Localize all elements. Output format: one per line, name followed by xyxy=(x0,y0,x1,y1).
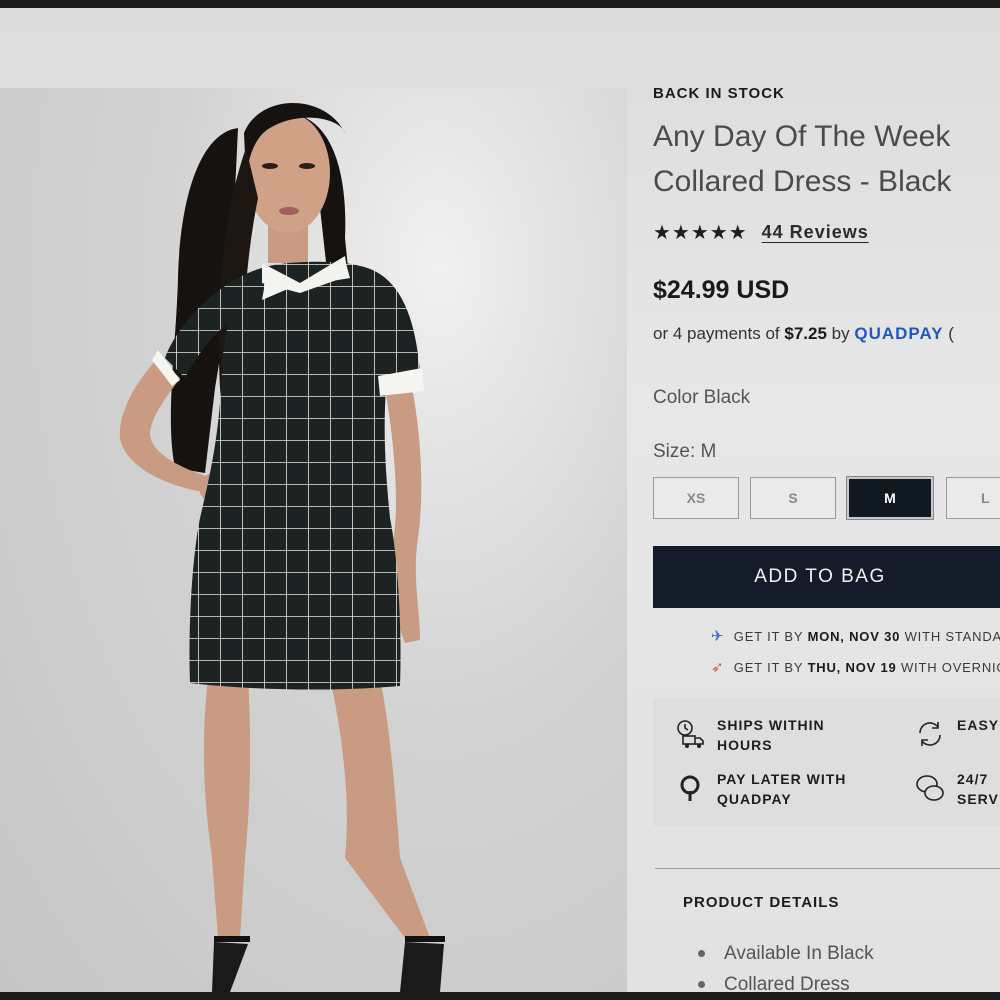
perk-fast-shipping: SHIPS WITHIN HOURS xyxy=(675,715,865,755)
installment-amount: $7.25 xyxy=(784,324,827,343)
perk-line-1: SHIPS WITHIN xyxy=(717,717,825,733)
shipping-date: MON, NOV 30 xyxy=(807,629,901,644)
installments-by: by xyxy=(831,324,850,343)
product-title-line-2: Collared Dress - Black xyxy=(653,165,952,198)
shipping-estimate-standard: ✈ GET IT BY MON, NOV 30 WITH STANDARD xyxy=(711,627,1000,645)
rocket-icon: ➶ xyxy=(711,659,725,676)
section-divider xyxy=(655,868,1000,869)
list-item: Collared Dress xyxy=(698,969,874,993)
product-price: $24.99 USD xyxy=(653,276,790,304)
product-title-line-1: Any Day Of The Week xyxy=(653,120,951,153)
shipping-method: WITH STANDARD xyxy=(904,629,1000,644)
perk-pay-later: PAY LATER WITH QUADPAY xyxy=(675,769,865,809)
chat-bubbles-icon xyxy=(916,775,944,801)
installments-text: or 4 payments of $7.25 by QUADPAY ( xyxy=(653,324,954,344)
perk-line-2: QUADPAY xyxy=(717,791,792,807)
perk-easy-returns: EASY xyxy=(915,715,999,749)
product-details-list: Available In Black Collared Dress xyxy=(698,938,874,993)
perk-line-1: PAY LATER WITH xyxy=(717,771,847,787)
add-to-bag-button[interactable]: ADD TO BAG xyxy=(653,546,1000,608)
plane-icon: ✈ xyxy=(711,628,725,645)
size-option-m[interactable]: M xyxy=(846,476,934,520)
size-selector: XS S M L xyxy=(653,476,1000,520)
size-label: Size: M xyxy=(653,441,717,462)
shipping-date: THU, NOV 19 xyxy=(807,660,897,675)
perk-line-2: HOURS xyxy=(717,737,773,753)
product-details-heading[interactable]: PRODUCT DETAILS xyxy=(683,894,839,911)
refresh-arrows-icon xyxy=(919,722,941,746)
size-option-xs[interactable]: XS xyxy=(653,477,739,519)
product-image[interactable] xyxy=(0,88,627,992)
reviews-link[interactable]: 44 Reviews xyxy=(762,222,869,243)
delivery-truck-clock-icon xyxy=(677,720,704,748)
product-title: Any Day Of The Week Collared Dress - Bla… xyxy=(653,114,1000,204)
perk-line-2: SERV xyxy=(957,791,999,807)
color-label: Color Black xyxy=(653,387,751,408)
shipping-method: WITH OVERNIGHT xyxy=(900,660,1000,675)
size-option-l[interactable]: L xyxy=(946,477,1000,519)
size-option-s[interactable]: S xyxy=(750,477,836,519)
perks-panel: SHIPS WITHIN HOURS EASY PAY LATER WITH Q… xyxy=(653,698,1000,826)
browser-screen: BACK IN STOCK Any Day Of The Week Collar… xyxy=(0,8,1000,992)
perk-line-1: 24/7 xyxy=(957,771,989,787)
quadpay-logo-icon xyxy=(680,775,700,801)
rating: ★★★★★ 44 Reviews xyxy=(653,220,869,245)
shipping-estimate-overnight: ➶ GET IT BY THU, NOV 19 WITH OVERNIGHT xyxy=(711,658,1000,676)
back-in-stock-label: BACK IN STOCK xyxy=(653,85,785,102)
model-photo-illustration xyxy=(119,103,445,992)
product-info-panel: BACK IN STOCK Any Day Of The Week Collar… xyxy=(653,8,1000,992)
shipping-pre: GET IT BY xyxy=(733,629,804,644)
star-rating-icon: ★★★★★ xyxy=(653,222,748,244)
installments-prefix: or 4 payments of xyxy=(653,324,780,343)
list-item: Available In Black xyxy=(698,938,874,969)
quadpay-info-icon[interactable]: ( xyxy=(948,324,954,343)
shipping-pre: GET IT BY xyxy=(733,660,804,675)
quadpay-link[interactable]: QUADPAY xyxy=(854,324,943,343)
perk-line-1: EASY xyxy=(957,717,1000,733)
perk-customer-service: 24/7 SERV xyxy=(915,769,999,809)
